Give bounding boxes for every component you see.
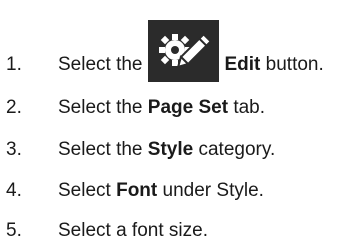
step-number: 3. xyxy=(6,139,22,160)
step-text: Select a font size. xyxy=(58,220,208,240)
step-2: 2. Select the Page Set tab. xyxy=(0,93,265,123)
step-text: Select the xyxy=(58,54,143,76)
step-number: 5. xyxy=(6,220,22,240)
step-5: 5. Select a font size. xyxy=(0,216,208,240)
step-4: 4. Select Font under Style. xyxy=(0,176,264,206)
step-text: Select the Page Set tab. xyxy=(58,97,265,119)
step-text-before: Select a font size. xyxy=(58,220,208,240)
step-text-before: Select the xyxy=(58,97,148,118)
step-1: 1. Select the Edit button. xyxy=(0,20,324,82)
step-text-after: button. xyxy=(260,54,324,75)
step-number: 1. xyxy=(6,54,22,75)
step-bold: Font xyxy=(116,180,158,201)
step-number: 2. xyxy=(6,97,22,118)
step-text-before: Select the xyxy=(58,139,148,160)
step-text-before: Select the xyxy=(58,54,143,75)
step-text-before: Select xyxy=(58,180,117,201)
instruction-list: 1. Select the Edit button. 2. Select the… xyxy=(0,0,355,240)
step-bold: Page Set xyxy=(147,97,229,118)
step-number: 4. xyxy=(6,180,22,201)
step-text: Select the Style category. xyxy=(58,139,275,161)
step-3: 3. Select the Style category. xyxy=(0,135,275,165)
step-text-after: tab. xyxy=(228,97,266,118)
edit-settings-icon xyxy=(147,20,219,82)
step-bold: Edit xyxy=(224,54,261,75)
step-text: Select Font under Style. xyxy=(58,180,264,202)
step-text-emphasis: Edit button. xyxy=(225,54,324,76)
step-text-after: category. xyxy=(193,139,276,160)
step-bold: Style xyxy=(147,139,194,160)
step-text-after: under Style. xyxy=(157,180,264,201)
